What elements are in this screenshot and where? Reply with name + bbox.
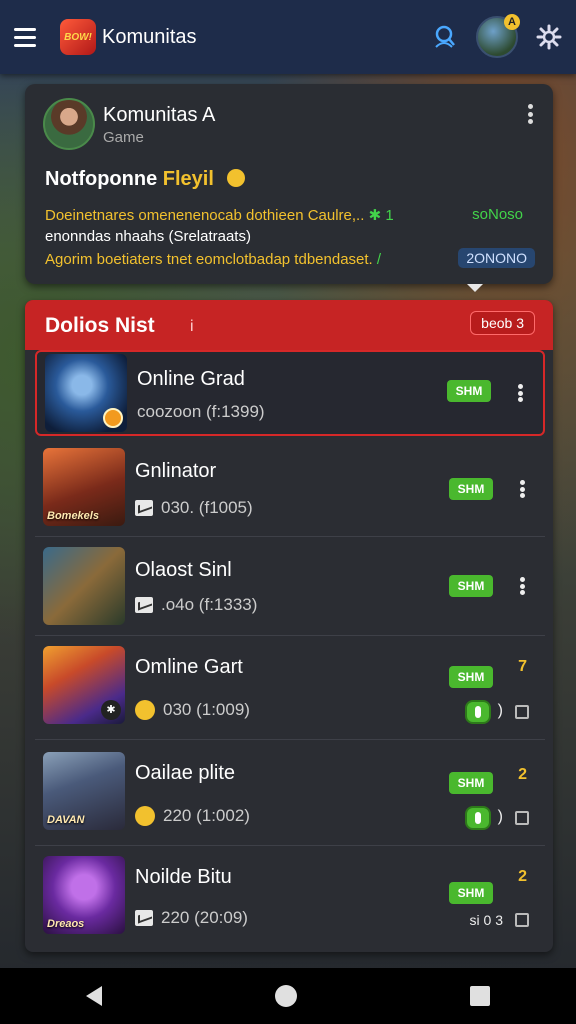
user-avatar[interactable]: A <box>476 14 520 58</box>
game-title: Online Grad <box>137 368 245 390</box>
checkbox[interactable] <box>515 705 529 719</box>
gear-icon[interactable] <box>536 24 562 50</box>
smile-icon <box>135 700 155 720</box>
stat-value-1: soNoso <box>472 206 523 223</box>
game-thumbnail: Bomekels <box>43 448 125 526</box>
game-thumbnail: DAVAN <box>43 752 125 830</box>
heading-prefix: Notfoponne <box>45 168 158 190</box>
checkbox[interactable] <box>515 913 529 927</box>
community-name: Komunitas A <box>103 104 216 126</box>
game-title: Omline Gart <box>135 656 243 678</box>
community-subtitle: Game <box>103 129 144 146</box>
recent-apps-icon[interactable] <box>469 986 490 1006</box>
avatar-badge: A <box>504 14 520 30</box>
menu-icon[interactable] <box>14 22 44 52</box>
pin-icon: i <box>190 318 194 335</box>
rank-number: 2 <box>518 766 527 783</box>
extra-text: si 0 3 <box>469 912 503 928</box>
more-options-icon[interactable] <box>517 384 523 402</box>
status-pill[interactable]: SHM <box>449 575 493 597</box>
thumbnail-tag: Dreaos <box>47 918 85 930</box>
thumbnail-tag: Bomekels <box>47 510 99 522</box>
emoji-icon <box>227 169 246 187</box>
game-meta: 030. (f1005) <box>135 498 253 518</box>
status-pill[interactable]: SHM <box>449 666 493 688</box>
rank-number: 2 <box>518 868 527 885</box>
mail-icon <box>135 910 153 926</box>
game-meta: .o4o (f:1333) <box>135 595 257 615</box>
list-title: Dolios Nist <box>45 314 155 337</box>
community-heading: Notfoponne Fleyil <box>45 168 246 191</box>
caret-down-icon <box>467 284 483 292</box>
game-row[interactable]: Olaost Sinl .o4o (f:1333) SHM <box>35 537 545 636</box>
game-row[interactable]: Dreaos Noilde Bitu 220 (20:09) SHM 2 si … <box>35 846 545 952</box>
back-icon[interactable] <box>86 986 103 1006</box>
sparkle-icon: ✱ <box>368 207 382 224</box>
game-thumbnail: Dreaos <box>43 856 125 934</box>
heading-highlight: Fleyil <box>162 168 214 190</box>
status-pill[interactable]: SHM <box>449 772 493 794</box>
game-meta: coozoon (f:1399) <box>137 402 265 421</box>
description-line-2: enonndas nhaahs (Srelatraats) <box>45 228 251 245</box>
status-pill[interactable]: SHM <box>447 380 491 402</box>
toggle-switch[interactable] <box>465 806 491 830</box>
game-meta: 220 (1:002) <box>135 806 250 826</box>
game-list-panel: Dolios Nist i beob 3 Online Grad coozoon… <box>25 300 553 952</box>
game-row[interactable]: Online Grad coozoon (f:1399) SHM <box>35 350 545 436</box>
game-title: Olaost Sinl <box>135 559 232 581</box>
app-bar: BOW! Komunitas A <box>0 0 576 74</box>
game-title: Gnlinator <box>135 460 217 482</box>
mail-icon <box>135 500 153 516</box>
more-options-icon[interactable] <box>519 577 525 595</box>
app-title: Komunitas <box>102 25 197 48</box>
toggle-switch[interactable] <box>465 700 491 724</box>
rank-number: 7 <box>518 658 527 675</box>
app-logo: BOW! <box>60 19 96 55</box>
status-pill[interactable]: SHM <box>449 478 493 500</box>
game-thumbnail <box>43 547 125 625</box>
home-icon[interactable] <box>274 985 297 1007</box>
game-row[interactable]: DAVAN Oailae plite 220 (1:002) SHM 2 ) <box>35 740 545 846</box>
profile-search-icon[interactable] <box>430 23 458 51</box>
community-card[interactable]: Komunitas A Game Notfoponne Fleyil Doein… <box>25 84 553 292</box>
game-thumbnail <box>45 354 127 432</box>
smile-icon <box>135 806 155 826</box>
stat-badge-2[interactable]: 2ONONO <box>458 248 535 268</box>
header-badge[interactable]: beob 3 <box>470 311 535 335</box>
thumbnail-tag: DAVAN <box>47 814 85 826</box>
game-meta: 220 (20:09) <box>135 908 248 928</box>
game-meta: 030 (1:009) <box>135 700 250 720</box>
game-row[interactable]: Bomekels Gnlinator 030. (f1005) SHM <box>35 440 545 537</box>
description-line-3: Agorim boetiaters tnet eomclotbadap tdbe… <box>45 251 382 268</box>
game-thumbnail: ✱ <box>43 646 125 724</box>
coin-icon <box>103 408 123 428</box>
more-options-icon[interactable] <box>519 480 525 498</box>
list-header: Dolios Nist i beob 3 <box>25 300 553 350</box>
game-row[interactable]: ✱ Omline Gart 030 (1:009) SHM 7 ) <box>35 636 545 740</box>
game-title: Noilde Bitu <box>135 866 232 888</box>
game-title: Oailae plite <box>135 762 236 784</box>
more-options-icon[interactable] <box>527 104 533 124</box>
mail-icon <box>135 597 153 613</box>
description-line-1: Doeinetnares omenenenocab dothieen Caulr… <box>45 207 394 224</box>
system-nav-bar <box>0 968 576 1024</box>
community-avatar <box>43 98 95 150</box>
checkbox[interactable] <box>515 811 529 825</box>
paw-icon: ✱ <box>101 700 121 720</box>
status-pill[interactable]: SHM <box>449 882 493 904</box>
